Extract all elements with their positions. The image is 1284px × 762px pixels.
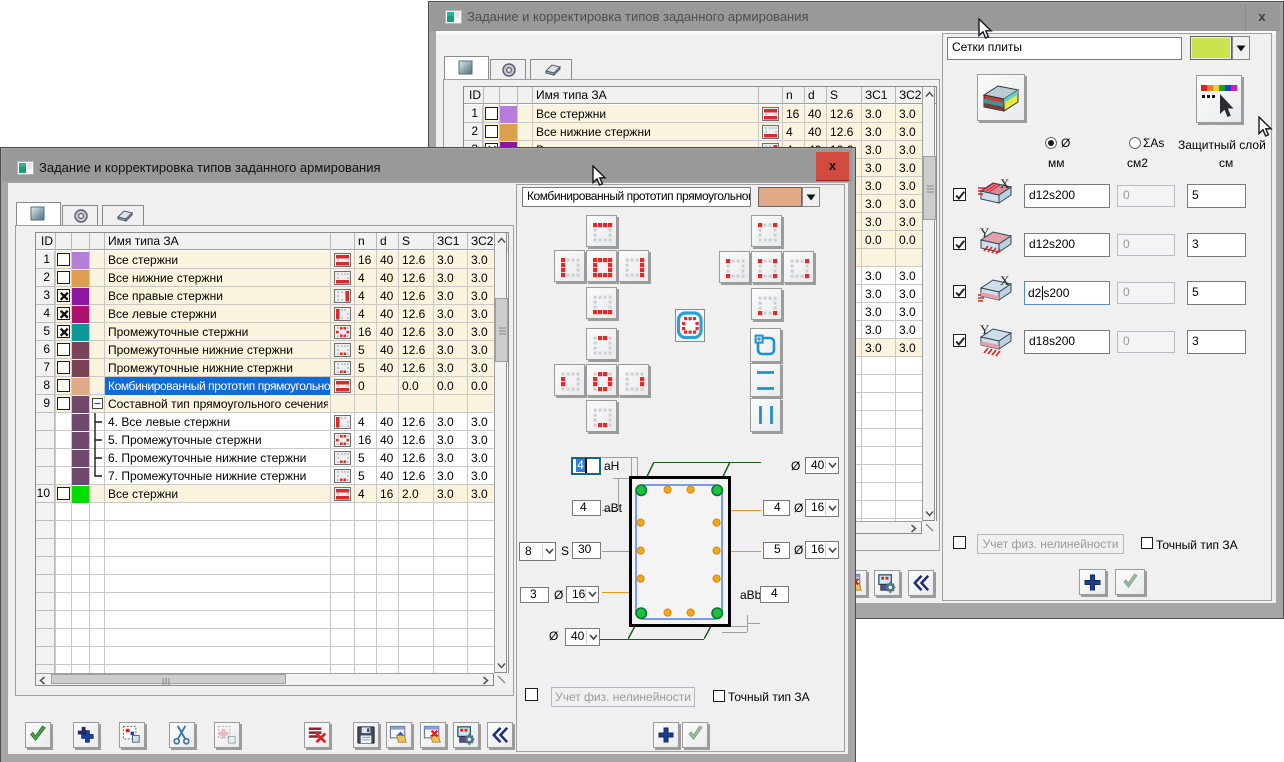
svg-text:Y: Y <box>980 227 990 240</box>
svg-text:X: X <box>1000 275 1010 288</box>
svg-text:X: X <box>1000 178 1010 191</box>
svg-text:Y: Y <box>980 324 990 337</box>
